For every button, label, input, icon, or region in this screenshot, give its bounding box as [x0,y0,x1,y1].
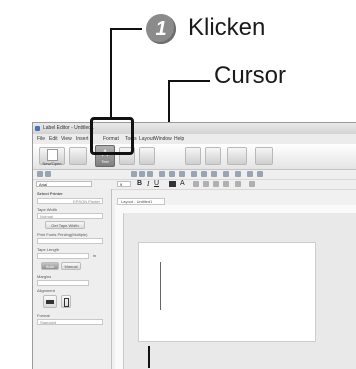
print-fonts-select[interactable] [37,238,103,244]
format-label: Format [37,313,50,318]
redo-icon[interactable] [147,171,153,177]
zoom-icon[interactable] [159,171,165,177]
lock-icon[interactable] [235,171,241,177]
image-icon[interactable] [169,171,175,177]
properties-sidebar: Select Printer EPSON Printer Tape Width … [33,189,112,369]
menu-bar: File Edit View Insert Format Tools Layou… [33,134,356,144]
align-left-icon[interactable] [193,181,199,187]
align-icon[interactable] [179,171,185,177]
shape-button[interactable] [139,147,155,165]
font-size-select[interactable]: 9 [117,181,131,187]
new-open-label: New/Open [42,161,62,166]
vertical-ruler [115,213,124,369]
auto-button[interactable]: Auto [41,262,59,270]
margins-label: Margins [37,274,52,279]
new-open-button[interactable]: New/Open [39,147,65,166]
label-page[interactable] [138,242,316,342]
menu-insert[interactable]: Insert [76,134,89,144]
app-icon [35,126,40,131]
print-preview-button[interactable] [69,147,87,165]
manual-button[interactable]: Manual [61,262,81,270]
spacing-icon[interactable] [235,181,241,187]
tape-length-label: Tape Length [37,247,60,252]
align-vertical-glyph-icon [63,298,69,307]
align-vertical-option[interactable] [61,295,71,308]
tape-length-unit: in [93,253,97,258]
barcode-button[interactable] [185,147,201,165]
symbol-button[interactable] [205,147,221,165]
bottom-pointer-line [148,346,150,368]
font-style-button[interactable]: A [180,180,185,187]
text-cursor [160,262,161,310]
rotate-icon[interactable] [223,171,229,177]
document-icon [46,149,58,161]
callout-line-horizontal [110,28,142,30]
arrange-icon[interactable] [211,171,217,177]
tape-width-select[interactable]: Normal [37,213,103,219]
align-center-icon[interactable] [203,181,209,187]
cursor-label: Cursor [214,62,287,89]
print-button[interactable] [255,147,273,165]
callout-line-vertical [110,28,112,118]
margins-input[interactable] [37,280,89,286]
get-tape-width-button[interactable]: Get Tape Width [45,221,85,229]
tape-length-input[interactable] [37,253,89,259]
step-number-badge: 1 [146,14,176,44]
align-left-glyph-icon [46,300,54,304]
paste-icon[interactable] [139,171,145,177]
justify-icon[interactable] [223,181,229,187]
frame-button[interactable] [227,147,247,165]
edit-toolbar [33,170,356,180]
text-tool-label: Text [101,159,109,164]
menu-file[interactable]: File [37,134,45,144]
align-left-option[interactable] [43,295,57,308]
grid-icon[interactable] [247,171,253,177]
frame-style-icon[interactable] [249,181,255,187]
text-button-highlight [90,117,134,155]
print-fonts-label: Print Fonts Printing(Multiple) [37,232,88,237]
ribbon-toolbar: New/Open A Text [33,144,356,170]
copy-icon[interactable] [131,171,137,177]
menu-view[interactable]: View [61,134,72,144]
italic-button[interactable]: I [147,180,149,188]
menu-help[interactable]: Help [174,134,184,144]
font-select[interactable]: Arial [36,181,92,187]
tape-width-label: Tape Width [37,207,58,212]
alignment-label: Alignment [37,288,55,293]
text-color-button[interactable] [169,181,176,187]
menu-window[interactable]: Window [154,134,172,144]
menu-edit[interactable]: Edit [49,134,58,144]
cursor-line-horizontal [168,80,210,82]
menu-layout[interactable]: Layout [139,134,154,144]
sidebar-header: Select Printer [37,191,63,196]
pointer-icon[interactable] [37,171,43,177]
printer-select[interactable]: EPSON Printer [37,198,103,204]
format-select[interactable]: Standard [37,319,103,325]
undo-icon[interactable] [45,171,51,177]
bold-button[interactable]: B [137,180,142,187]
document-tab[interactable]: Layout - Untitled1 [117,198,165,205]
window-titlebar: Label Editor - Untitled1 [33,123,356,134]
align-right-icon[interactable] [213,181,219,187]
underline-button[interactable]: U [154,180,159,187]
settings-icon[interactable] [257,171,263,177]
table-icon[interactable] [201,171,207,177]
group-icon[interactable] [191,171,197,177]
step-label: Klicken [188,14,266,41]
